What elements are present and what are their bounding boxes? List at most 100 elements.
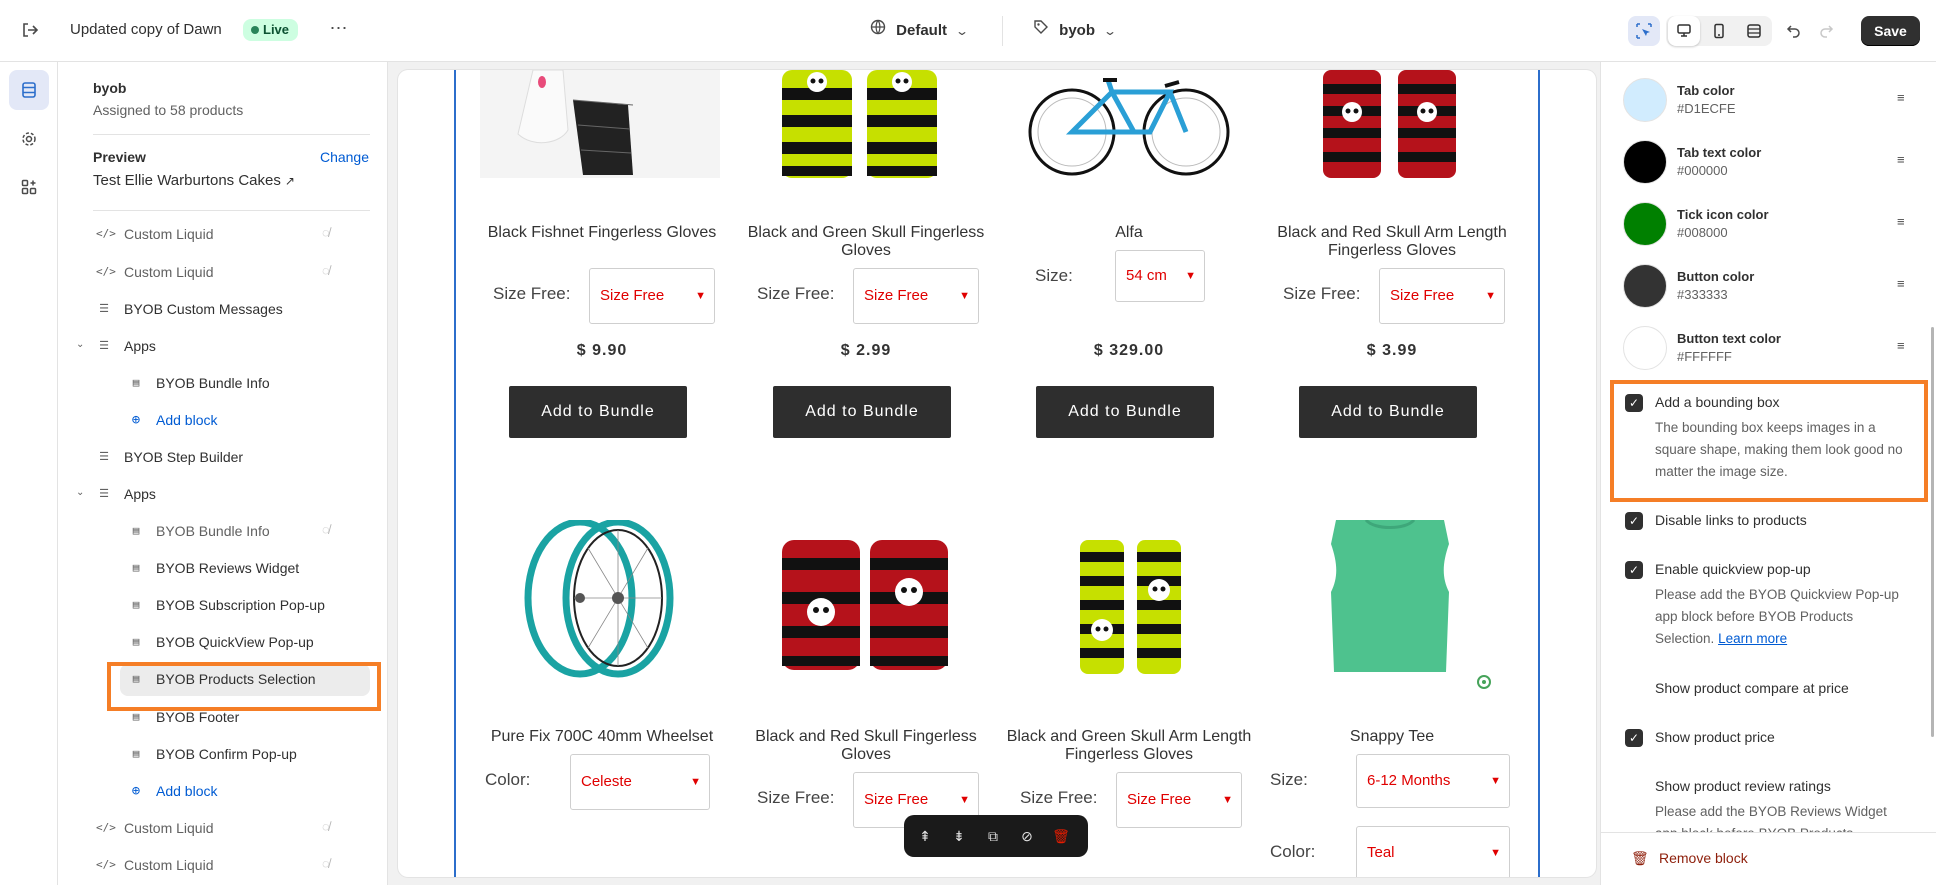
block-byob-quickview-popup[interactable]: ▤ BYOB QuickView Pop-up [58,625,387,659]
exit-icon[interactable] [18,20,42,42]
color-setting-tab-color[interactable]: Tab color #D1ECFE ≡ [1623,78,1923,128]
chevron-down-icon[interactable]: ⌄ [76,487,84,498]
chevron-down-icon[interactable]: ⌄ [76,339,84,350]
move-down-icon[interactable]: ⇟ [944,821,974,851]
block-byob-bundle-info[interactable]: ▤ BYOB Bundle Info ◌̸ [58,514,387,548]
option-select[interactable]: 54 cm ▼ [1115,250,1205,302]
color-swatch[interactable] [1623,326,1667,370]
redo-button[interactable] [1810,16,1842,46]
green-skull-arm-gloves-image [1080,540,1181,674]
option-select[interactable]: Celeste ▼ [570,754,710,810]
section-custom-liquid[interactable]: </> Custom Liquid ◌̸ [58,811,387,845]
green-skull-gloves-image [782,70,937,178]
database-icon[interactable]: ≡ [1897,90,1905,105]
disable-links-checkbox[interactable]: ✓ [1625,512,1643,530]
move-up-icon[interactable]: ⇞ [910,821,940,851]
learn-more-link[interactable]: Learn more [1718,631,1787,646]
option-value: Size Free [864,287,929,304]
eye-off-icon[interactable]: ◌̸ [322,225,330,240]
option-select[interactable]: 6-12 Months ▼ [1356,754,1510,808]
section-custom-liquid[interactable]: </> Custom Liquid ◌̸ [58,217,387,251]
app-embeds-nav-button[interactable] [9,167,49,207]
color-swatch[interactable] [1623,140,1667,184]
section-custom-liquid[interactable]: </> Custom Liquid ◌̸ [58,848,387,882]
product-name[interactable]: Black and Green Skull Arm Length Fingerl… [1005,728,1253,764]
database-icon[interactable]: ≡ [1897,214,1905,229]
product-name[interactable]: Black and Red Skull Fingerless Gloves [742,728,990,764]
block-byob-subscription-popup[interactable]: ▤ BYOB Subscription Pop-up [58,588,387,622]
sections-icon [22,82,36,98]
product-name[interactable]: Pure Fix 700C 40mm Wheelset [478,728,726,746]
color-setting-button-text-color[interactable]: Button text color #FFFFFF ≡ [1623,326,1923,376]
add-to-bundle-button[interactable]: Add to Bundle [773,386,951,438]
more-actions-button[interactable]: ⋯ [326,17,352,43]
block-byob-confirm-popup[interactable]: ▤ BYOB Confirm Pop-up [58,737,387,771]
add-to-bundle-button[interactable]: Add to Bundle [1036,386,1214,438]
add-block-button[interactable]: ⊕ Add block [58,774,387,808]
preview-product[interactable]: Test Ellie Warburtons Cakes ↗ [93,172,295,189]
save-button[interactable]: Save [1861,16,1920,46]
block-byob-bundle-info[interactable]: ▤ BYOB Bundle Info [58,366,387,400]
review-ratings-checkbox[interactable] [1625,778,1643,796]
icon-rail [0,62,58,885]
color-setting-tab-text-color[interactable]: Tab text color #000000 ≡ [1623,140,1923,190]
product-image[interactable] [1268,518,1516,720]
add-to-bundle-button[interactable]: Add to Bundle [1299,386,1477,438]
section-byob-step-builder[interactable]: ☰ BYOB Step Builder [58,440,387,474]
change-preview-link[interactable]: Change [320,149,369,165]
settings-scrollbar[interactable] [1931,327,1934,737]
product-name[interactable]: Snappy Tee [1268,728,1516,746]
color-swatch[interactable] [1623,78,1667,122]
block-byob-reviews-widget[interactable]: ▤ BYOB Reviews Widget [58,551,387,585]
option-select[interactable]: Size Free ▼ [1116,772,1242,828]
section-apps[interactable]: ⌄ ☰ Apps [58,329,387,363]
product-price-checkbox[interactable]: ✓ [1625,729,1643,747]
product-image[interactable] [1005,520,1253,720]
theme-settings-nav-button[interactable] [9,119,49,159]
database-icon[interactable]: ≡ [1897,152,1905,167]
inspector-toggle-button[interactable] [1628,16,1660,46]
duplicate-icon[interactable]: ⧉ [978,821,1008,851]
trash-icon[interactable]: 🗑 [1046,821,1076,851]
color-setting-tick-icon-color[interactable]: Tick icon color #008000 ≡ [1623,202,1923,252]
add-block-button[interactable]: ⊕ Add block [58,403,387,437]
viewport-toggle-group [1666,16,1772,46]
page-select[interactable]: byob ⌄ [1033,19,1117,43]
fullscreen-view-button[interactable] [1738,16,1770,46]
annotation-highlight [107,662,381,711]
compare-price-checkbox[interactable] [1625,680,1643,698]
product-image[interactable] [742,520,990,720]
add-to-bundle-button[interactable]: Add to Bundle [509,386,687,438]
product-name[interactable]: Black and Red Skull Arm Length Fingerles… [1268,224,1516,260]
option-select[interactable]: Size Free ▼ [853,268,979,324]
section-custom-liquid[interactable]: </> Custom Liquid ◌̸ [58,255,387,289]
code-icon: </> [96,858,116,871]
undo-button[interactable] [1778,16,1810,46]
product-image[interactable] [478,518,726,720]
remove-block-button[interactable]: 🗑 Remove block [1601,832,1936,885]
eye-off-icon[interactable]: ◌̸ [322,819,330,834]
database-icon[interactable]: ≡ [1897,276,1905,291]
product-name[interactable]: Black and Green Skull Fingerless Gloves [742,224,990,260]
eye-off-icon[interactable]: ◌̸ [322,522,330,537]
color-swatch[interactable] [1623,264,1667,308]
sections-nav-button[interactable] [9,70,49,110]
eye-off-icon[interactable]: ⊘ [1012,821,1042,851]
color-swatch[interactable] [1623,202,1667,246]
option-select[interactable]: Size Free ▼ [589,268,715,324]
database-icon[interactable]: ≡ [1897,338,1905,353]
mobile-view-button[interactable] [1703,16,1735,46]
color-setting-button-color[interactable]: Button color #333333 ≡ [1623,264,1923,314]
option-select[interactable]: Teal ▼ [1356,826,1510,877]
desktop-view-button[interactable] [1668,16,1700,46]
quickview-checkbox[interactable]: ✓ [1625,561,1643,579]
eye-off-icon[interactable]: ◌̸ [322,856,330,871]
product-name[interactable]: Alfa [1005,224,1253,242]
product-name[interactable]: Black Fishnet Fingerless Gloves [478,224,726,242]
option-select[interactable]: Size Free ▼ [1379,268,1505,324]
fishnet-gloves-image [480,70,720,178]
eye-off-icon[interactable]: ◌̸ [322,263,330,278]
section-apps[interactable]: ⌄ ☰ Apps [58,477,387,511]
template-select[interactable]: Default ⌄ [870,19,969,43]
section-byob-custom-messages[interactable]: ☰ BYOB Custom Messages [58,292,387,326]
